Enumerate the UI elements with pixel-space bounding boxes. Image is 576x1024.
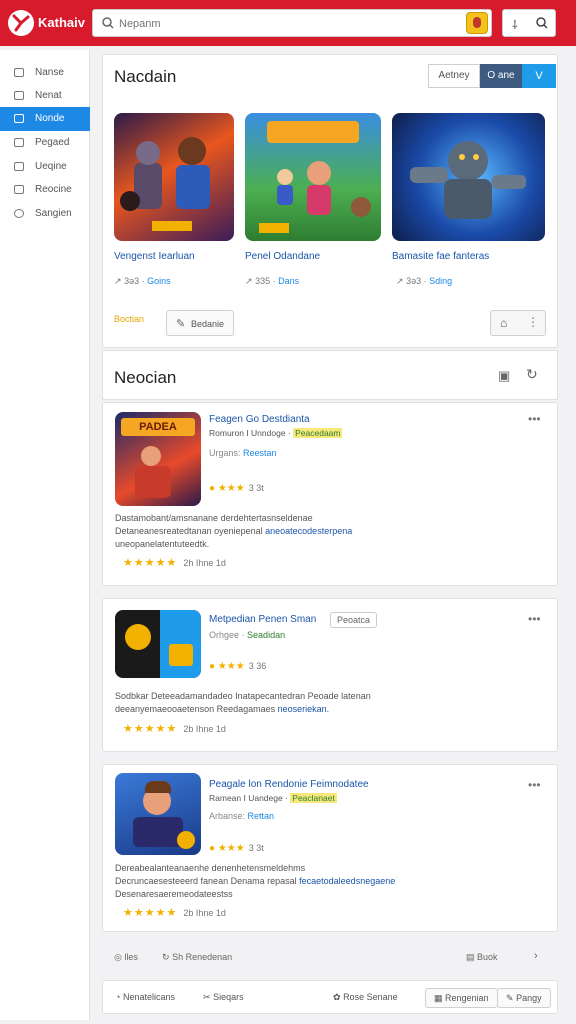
more-icon[interactable]: ••• bbox=[528, 412, 541, 426]
settings-icon bbox=[14, 209, 24, 218]
coin-icon: ● bbox=[209, 843, 216, 854]
view-segment-control: Aetney O ane V bbox=[428, 64, 556, 88]
pen-icon: ✎ bbox=[176, 318, 186, 330]
sidebar-item-nanse[interactable]: Nanse bbox=[0, 61, 90, 85]
rating: ● ★★★ 3 3t bbox=[209, 483, 264, 494]
bell-icon: ◔ bbox=[115, 992, 121, 1002]
game-icon[interactable] bbox=[115, 610, 201, 678]
item-subtitle: Ramean I Uandege · Peaclanaet bbox=[209, 793, 337, 803]
stack-icon: ▦ bbox=[434, 993, 443, 1003]
sidebar-item-nenat[interactable]: Nenat bbox=[0, 84, 90, 108]
edit-icon: ✎ bbox=[506, 993, 514, 1003]
notifications-link[interactable]: ◔ Nenatelicans bbox=[115, 992, 175, 1002]
item-description: Dereabealanteanaenhe denenhetensmeldehms… bbox=[115, 863, 396, 899]
grid-icon bbox=[14, 68, 24, 77]
game-thumbnail[interactable] bbox=[245, 113, 381, 241]
toolbar-actions: ⸸ bbox=[502, 9, 556, 37]
game-icon[interactable] bbox=[115, 773, 201, 855]
game-logo-text: PADEA bbox=[121, 418, 195, 436]
featured-title: Nacdain bbox=[114, 67, 177, 86]
item-title[interactable]: Feagen Go Destdianta bbox=[209, 414, 310, 425]
item-title[interactable]: Peagale lon Rendonie Feimnodatee bbox=[209, 779, 369, 790]
game-meta: ↗ 3ə3 · Sding bbox=[396, 276, 453, 286]
rose-icon: ✿ bbox=[333, 992, 341, 1002]
item-description: Dastamobant/amsnanane derdehtertasnselde… bbox=[115, 513, 353, 549]
sidebar-item-sangien[interactable]: Sangien bbox=[0, 202, 90, 226]
help-icon: ◎ bbox=[114, 952, 122, 962]
pangy-button[interactable]: ✎ Pangy bbox=[497, 988, 551, 1008]
calendar-icon[interactable]: ▣ bbox=[498, 368, 510, 384]
game-meta: ↗ 3ə3 · Goins bbox=[114, 276, 171, 286]
game-meta: ↗ 335 · Dans bbox=[245, 276, 300, 286]
chevron-right-icon[interactable]: › bbox=[534, 950, 538, 962]
card-actions: ⌂ ⋮ bbox=[490, 310, 546, 336]
list-icon bbox=[14, 162, 24, 171]
more-icon[interactable]: ••• bbox=[528, 778, 541, 792]
info-link[interactable]: ◎ lles bbox=[114, 952, 138, 963]
app-brand: Kathaiv bbox=[38, 15, 85, 30]
refresh-icon[interactable]: ↻ bbox=[526, 366, 538, 383]
sidebar-item-nonde[interactable]: Nonde bbox=[0, 107, 90, 131]
game-thumbnail[interactable] bbox=[114, 113, 234, 241]
tools-icon: ✂ bbox=[203, 992, 211, 1002]
section-title: Neocian bbox=[114, 368, 177, 387]
item-title[interactable]: Metpedian Penen Sman bbox=[209, 614, 316, 625]
game-name[interactable]: Vengenst Iearluan bbox=[114, 251, 195, 262]
filter-icon[interactable]: ⸸ bbox=[512, 16, 518, 33]
segment-option-1[interactable]: Aetney bbox=[428, 64, 480, 88]
more-icon[interactable]: ⋮ bbox=[527, 315, 539, 329]
review-stars: ★★★★★ 2h Ihne 1d bbox=[123, 557, 226, 569]
search-icon bbox=[102, 17, 114, 29]
sense-link[interactable]: ✿ Rose Senane bbox=[333, 992, 398, 1003]
home-icon[interactable]: ⌂ bbox=[500, 316, 507, 330]
sidebar-item-pegaed[interactable]: Pegaed bbox=[0, 131, 90, 155]
item-description: Sodbkar Deteeadamandadeo Inatapecantedra… bbox=[115, 691, 371, 714]
item-subtitle: Romuron I Unndoge · Peacedaam bbox=[209, 428, 343, 438]
refresh-icon: ↻ bbox=[162, 952, 170, 962]
rengenian-button[interactable]: ▦ Rengenian bbox=[425, 988, 498, 1008]
review-stars: ★★★★★ 2b Ihne 1d bbox=[123, 907, 226, 919]
user-avatar[interactable] bbox=[466, 12, 488, 34]
search-input[interactable] bbox=[119, 14, 449, 34]
bookmark-icon: ▤ bbox=[466, 952, 475, 962]
segment-option-3[interactable]: V bbox=[522, 64, 556, 88]
renew-link[interactable]: ↻ Sh Renedenan bbox=[162, 952, 232, 963]
bottom-toolbar: ◔ Nenatelicans ✂ Sieqars ✿ Rose Senane ▦… bbox=[102, 980, 558, 1014]
search-bar[interactable] bbox=[92, 9, 492, 37]
sidebar-item-reocine[interactable]: Reocine bbox=[0, 178, 90, 202]
game-name[interactable]: Penel Odandane bbox=[245, 251, 320, 262]
page-icon bbox=[14, 114, 24, 123]
sidebar-item-ueqine[interactable]: Ueqine bbox=[0, 155, 90, 179]
footer-links: ◎ lles ↻ Sh Renedenan ▤ Buok › bbox=[102, 944, 558, 970]
sidebar: Nanse Nenat Nonde Pegaed Ueqine Reocine … bbox=[0, 50, 90, 1020]
user-icon bbox=[14, 185, 24, 194]
app-logo[interactable] bbox=[8, 10, 34, 36]
book-link[interactable]: ▤ Buok bbox=[466, 952, 498, 963]
item-category: Urgans: Reestan bbox=[209, 448, 277, 458]
rating: ● ★★★ 3 36 bbox=[209, 661, 267, 672]
home-icon bbox=[14, 91, 24, 100]
coin-icon: ● bbox=[209, 483, 216, 494]
action-button[interactable]: ✎ Bedanie bbox=[166, 310, 234, 336]
search-icon[interactable] bbox=[535, 16, 549, 30]
item-category: Orhgee · Seadidan bbox=[209, 630, 286, 640]
segment-option-2[interactable]: O ane bbox=[480, 64, 522, 88]
top-bar: Kathaiv ⸸ bbox=[0, 0, 576, 46]
settings-link[interactable]: ✂ Sieqars bbox=[203, 992, 244, 1003]
review-stars: ★★★★★ 2b Ihne 1d bbox=[123, 723, 226, 735]
item-category: Arbanse: Rettan bbox=[209, 811, 275, 821]
game-icon[interactable]: PADEA bbox=[115, 412, 201, 506]
coin-icon: ● bbox=[209, 661, 216, 672]
status-badge: Peoatca bbox=[330, 612, 378, 628]
rating: ● ★★★ 3 3t bbox=[209, 843, 264, 854]
download-icon: ↗ bbox=[396, 276, 404, 286]
tag-link[interactable]: Boctian bbox=[114, 314, 144, 324]
download-icon: ↗ bbox=[245, 276, 253, 286]
more-icon[interactable]: ••• bbox=[528, 612, 541, 626]
game-thumbnail[interactable] bbox=[392, 113, 545, 241]
game-name[interactable]: Bamasite fae fanteras bbox=[392, 251, 489, 262]
download-icon: ↗ bbox=[114, 276, 122, 286]
folder-icon bbox=[14, 138, 24, 147]
